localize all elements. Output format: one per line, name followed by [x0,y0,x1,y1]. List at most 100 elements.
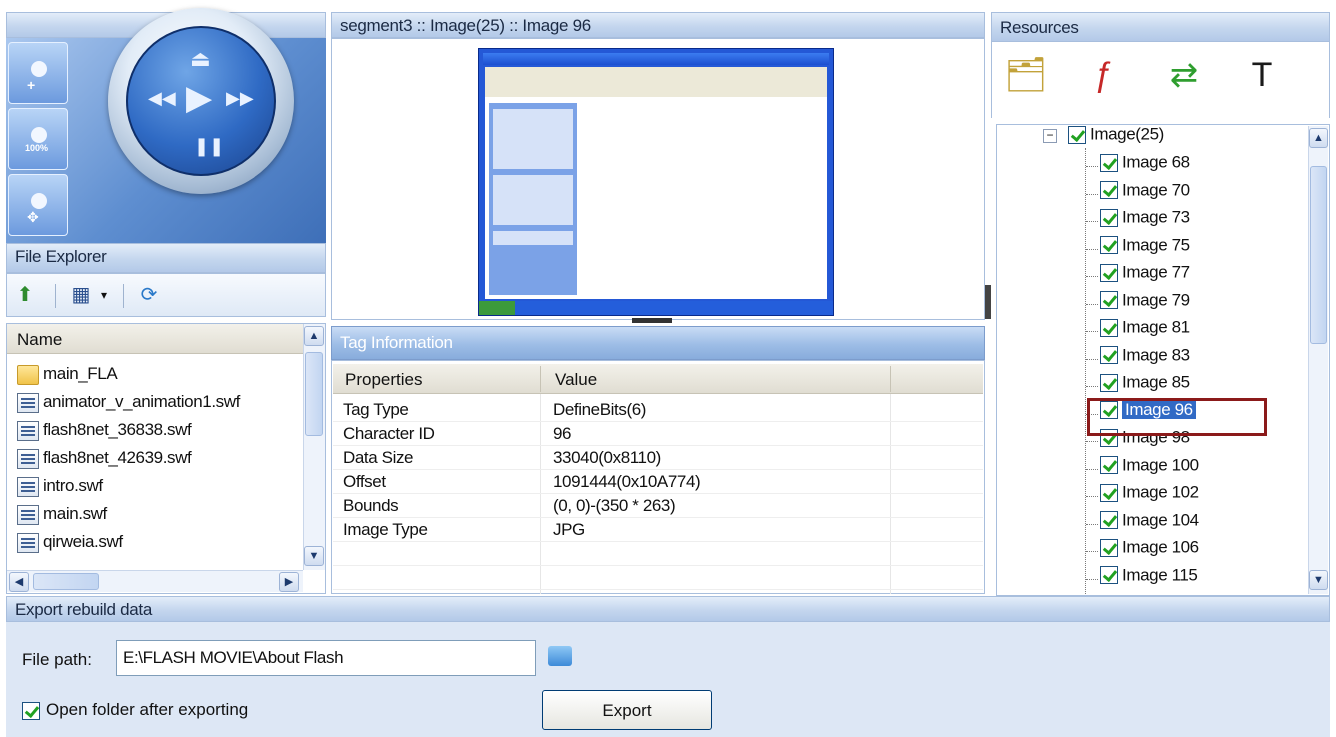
tree-line [1085,148,1086,594]
list-item[interactable]: flash8net_36838.swf [17,420,192,446]
scroll-up-icon[interactable]: ▲ [1309,128,1328,148]
checkbox-checked[interactable] [1100,291,1118,310]
collapse-icon[interactable]: − [1043,129,1057,143]
scroll-right-icon[interactable]: ▶ [279,572,299,592]
table-row[interactable]: Bounds (0, 0)-(350 * 263) [333,494,983,518]
pause-icon[interactable]: ❚❚ [194,136,224,157]
tree-root[interactable]: Image(25) [1068,124,1164,152]
view-mode-icon[interactable]: ▦ [67,283,95,307]
checkbox-checked[interactable] [1100,208,1118,227]
checkbox-checked[interactable] [1100,483,1118,502]
preview-header: segment3 :: Image(25) :: Image 96 [331,12,985,38]
rewind-icon[interactable]: ◀◀ [148,88,176,109]
table-row[interactable]: Data Size 33040(0x8110) [333,446,983,470]
scroll-down-icon[interactable]: ▼ [1309,570,1328,590]
list-item[interactable]: main_FLA [17,364,118,390]
tree-item[interactable]: Image 73 [1086,207,1190,235]
refresh-icon[interactable]: ⟳ [135,283,163,307]
preview-task-box [493,109,573,169]
tree-item[interactable]: Image 68 [1086,152,1190,180]
checkbox-checked[interactable] [1100,153,1118,172]
preview-window-toolbar [485,67,827,97]
open-folder-checkbox[interactable] [22,702,40,720]
tree-item[interactable]: Image 102 [1086,482,1199,510]
table-row[interactable]: Image Type JPG [333,518,983,542]
checkbox-checked[interactable] [1100,263,1118,282]
file-path-input[interactable]: E:\FLASH MOVIE\About Flash [116,640,536,676]
list-item[interactable]: main.swf [17,504,107,530]
tree-item[interactable]: Image 104 [1086,510,1199,538]
tree-connector [1086,248,1098,250]
splitter-handle[interactable] [632,318,672,323]
checkbox-checked[interactable] [1100,538,1118,557]
file-list-vscroll[interactable]: ▲ ▼ [303,324,325,570]
table-row[interactable]: Offset 1091444(0x10A774) [333,470,983,494]
tree-connector [1086,551,1098,552]
tree-item[interactable]: Image 77 [1086,262,1190,290]
column-value[interactable]: Value [555,370,597,390]
tree-item[interactable]: Image 115 [1086,565,1198,593]
tree-connector [1086,303,1098,305]
file-explorer-toolbar: ⬆ ▦ ▾ ⟳ [6,273,326,317]
actual-size-button[interactable]: 100% [8,108,68,170]
list-item[interactable]: qirweia.swf [17,532,123,558]
tree-item[interactable]: Image 75 [1086,235,1190,263]
tree-item[interactable]: Image 79 [1086,290,1190,318]
file-list-hscroll[interactable]: ◀ ▶ [7,570,303,592]
tree-item-label: Image 81 [1122,317,1190,337]
fit-window-button[interactable]: ✥ [8,174,68,236]
list-item[interactable]: intro.swf [17,476,103,502]
up-folder-icon[interactable]: ⬆ [11,283,39,307]
tree-item[interactable]: Image 85 [1086,372,1190,400]
export-title: Export rebuild data [15,600,152,619]
tree-connector [1086,441,1098,442]
tree-item-label: Image 77 [1122,262,1190,282]
open-folder-icon[interactable]: 🗂 [996,46,1056,104]
tree-item[interactable]: Image 81 [1086,317,1190,345]
checkbox-checked[interactable] [1100,373,1118,392]
scroll-left-icon[interactable]: ◀ [9,572,29,592]
refresh-swap-icon[interactable]: ⇄ [1154,46,1214,104]
checkbox-checked[interactable] [1068,125,1086,144]
scroll-down-icon[interactable]: ▼ [304,546,324,566]
hscroll-thumb[interactable] [33,573,99,590]
scroll-thumb[interactable] [305,352,323,436]
scroll-up-icon[interactable]: ▲ [304,326,324,346]
tree-item-label: Image 83 [1122,345,1190,365]
file-path-value: E:\FLASH MOVIE\About Flash [123,648,344,667]
tree-item[interactable]: Image 106 [1086,537,1199,565]
browse-folder-icon[interactable] [548,646,572,666]
column-properties[interactable]: Properties [345,370,422,390]
zoom-in-button[interactable]: + [8,42,68,104]
table-row[interactable] [333,542,983,566]
checkbox-checked[interactable] [1100,181,1118,200]
checkbox-checked[interactable] [1100,236,1118,255]
play-icon[interactable]: ▶ [186,78,212,118]
checkbox-checked[interactable] [1100,566,1118,585]
tree-item[interactable]: Image 70 [1086,180,1190,208]
preview-task-box [493,231,573,245]
file-list-header[interactable]: Name [7,324,303,354]
flash-file-icon[interactable]: ƒ [1074,46,1134,104]
splitter-handle[interactable] [985,285,991,319]
scroll-thumb[interactable] [1310,166,1327,344]
tree-item[interactable]: Image 83 [1086,345,1190,373]
export-button[interactable]: Export [542,690,712,730]
fast-forward-icon[interactable]: ▶▶ [226,88,254,109]
checkbox-checked[interactable] [1100,511,1118,530]
checkbox-checked[interactable] [1100,318,1118,337]
table-row[interactable] [333,566,983,590]
eject-icon[interactable]: ⏏ [190,46,211,72]
resource-tree-vscroll[interactable]: ▲ ▼ [1308,126,1328,594]
export-panel: File path: E:\FLASH MOVIE\About Flash Op… [6,622,1330,737]
dropdown-arrow-icon[interactable]: ▾ [95,283,113,307]
table-row[interactable]: Tag Type DefineBits(6) [333,398,983,422]
preview-task-box [493,175,573,225]
list-item[interactable]: flash8net_42639.swf [17,448,192,474]
text-properties-icon[interactable]: T [1232,46,1292,104]
list-item[interactable]: animator_v_animation1.swf [17,392,240,418]
tree-item[interactable]: Image 100 [1086,455,1199,483]
table-row[interactable]: Character ID 96 [333,422,983,446]
checkbox-checked[interactable] [1100,346,1118,365]
checkbox-checked[interactable] [1100,456,1118,475]
